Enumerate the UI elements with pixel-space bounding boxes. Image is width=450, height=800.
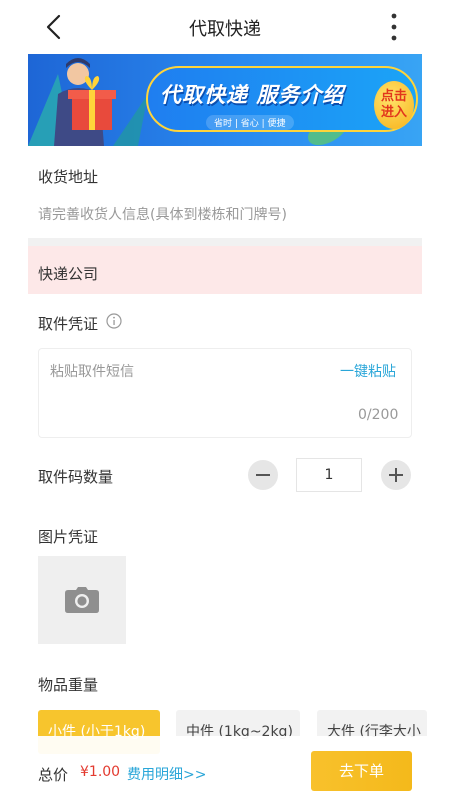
address-label: 收货地址 [38,168,99,186]
info-icon[interactable] [106,313,122,329]
photo-credential-label: 图片凭证 [38,528,99,546]
more-vertical-icon[interactable] [382,10,406,44]
quantity-stepper[interactable]: 1 [296,458,362,492]
char-counter: 0/200 [358,407,399,423]
banner-enter-label: 点击 进入 [380,89,407,120]
banner-subtitle: 省时 | 省心 | 便捷 [206,115,294,130]
pickup-sms-placeholder: 粘贴取件短信 [50,364,134,380]
submit-order-button[interactable]: 去下单 [311,751,412,791]
navbar: 代取快递 [0,0,450,54]
section-divider [28,238,422,246]
address-input[interactable]: 请完善收货人信息(具体到楼栋和门牌号) [38,204,287,224]
banner-title: 代取快递 服务介绍 [160,83,345,107]
decrement-button[interactable] [248,460,278,490]
one-click-paste-button[interactable]: 一键粘贴 [340,361,396,381]
photo-upload-button[interactable] [38,556,126,644]
weight-label: 物品重量 [38,676,99,694]
code-count-label: 取件码数量 [38,468,114,486]
fee-detail-link[interactable]: 费用明细>> [127,764,206,784]
courier-company-label: 快递公司 [38,265,99,283]
increment-button[interactable] [381,460,411,490]
promo-banner[interactable]: 代取快递 服务介绍 省时 | 省心 | 便捷 点击 进入 [28,54,422,146]
camera-icon [65,587,99,613]
total-label: 总价 [38,766,69,784]
pickup-credential-label: 取件凭证 [38,315,99,333]
total-price: ¥1.00 [80,764,121,780]
banner-enter-button[interactable]: 点击 进入 [374,81,414,129]
